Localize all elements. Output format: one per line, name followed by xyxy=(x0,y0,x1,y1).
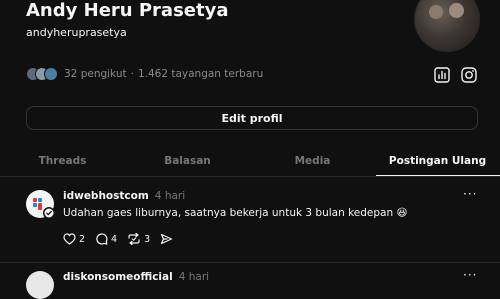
verified-icon xyxy=(43,207,55,219)
profile-tabs: Threads Balasan Media Postingan Ulang xyxy=(0,146,500,176)
reply-button[interactable]: 4 xyxy=(95,233,117,245)
tab-threads[interactable]: Threads xyxy=(0,146,125,176)
tab-balasan[interactable]: Balasan xyxy=(125,146,250,176)
post-time: 4 hari xyxy=(178,271,210,283)
tab-media[interactable]: Media xyxy=(250,146,375,176)
edit-profile-button[interactable]: Edit profil xyxy=(26,106,478,130)
tabs-divider xyxy=(0,176,500,177)
like-button[interactable]: 2 xyxy=(63,233,85,245)
post-username[interactable]: diskonsomeofficial xyxy=(63,271,173,283)
views-count: 1.462 tayangan terbaru xyxy=(137,68,264,80)
repost-count: 3 xyxy=(144,233,151,245)
send-icon xyxy=(161,233,173,245)
follower-avatars xyxy=(26,67,58,81)
follower-avatar xyxy=(44,67,58,81)
comment-icon xyxy=(96,233,108,245)
post-avatar[interactable] xyxy=(26,271,54,299)
post-time: 4 hari xyxy=(154,190,186,202)
stats-separator: · xyxy=(130,68,134,80)
profile-name: Andy Heru Prasetya xyxy=(26,0,229,21)
like-count: 2 xyxy=(79,233,86,245)
repost-button[interactable]: 3 xyxy=(127,233,150,245)
more-options-icon[interactable]: ··· xyxy=(463,187,477,201)
tab-postingan-ulang[interactable]: Postingan Ulang xyxy=(375,146,500,176)
reply-count: 4 xyxy=(111,233,118,245)
more-options-icon[interactable]: ··· xyxy=(463,268,477,282)
post-avatar[interactable] xyxy=(26,190,55,219)
profile-avatar[interactable] xyxy=(414,0,480,52)
post-username[interactable]: idwebhostcom xyxy=(63,190,149,202)
profile-handle[interactable]: andyheruprasetya xyxy=(26,26,127,39)
post-divider xyxy=(0,262,500,263)
instagram-icon[interactable] xyxy=(460,66,478,84)
bar-chart-icon[interactable] xyxy=(433,66,451,84)
followers-count[interactable]: 32 pengikut xyxy=(64,68,127,80)
share-button[interactable] xyxy=(160,233,176,245)
profile-stats[interactable]: 32 pengikut · 1.462 tayangan terbaru xyxy=(26,66,263,82)
post-text: Udahan gaes liburnya, saatnya bekerja un… xyxy=(63,207,408,219)
repost-icon xyxy=(128,233,140,245)
heart-icon xyxy=(63,233,76,245)
